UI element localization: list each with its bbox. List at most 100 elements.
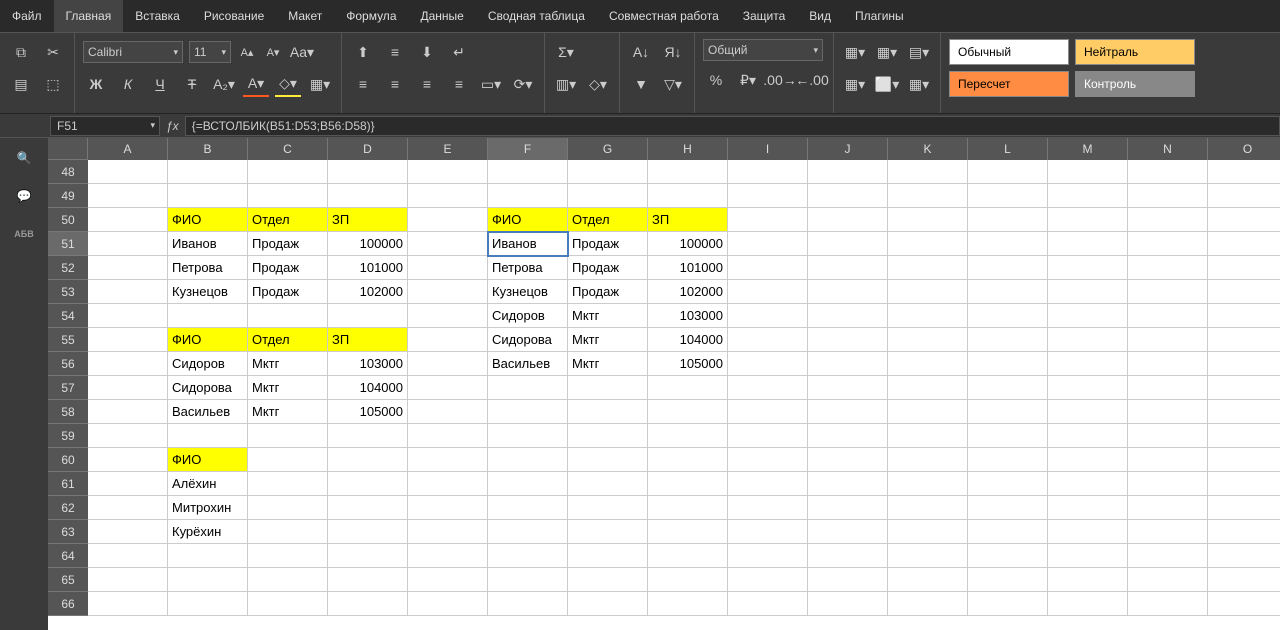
cell-E50[interactable] (408, 208, 488, 232)
increase-font-icon[interactable]: A▴ (237, 42, 257, 62)
cell-K53[interactable] (888, 280, 968, 304)
row-header-58[interactable]: 58 (48, 400, 88, 424)
style-normal[interactable]: Обычный (949, 39, 1069, 65)
menu-совместная работа[interactable]: Совместная работа (597, 0, 731, 32)
menu-защита[interactable]: Защита (731, 0, 798, 32)
cell-J49[interactable] (808, 184, 888, 208)
cell-N48[interactable] (1128, 160, 1208, 184)
cell-I49[interactable] (728, 184, 808, 208)
menu-файл[interactable]: Файл (0, 0, 54, 32)
cell-K59[interactable] (888, 424, 968, 448)
cell-I52[interactable] (728, 256, 808, 280)
insert-rowscols-icon[interactable]: ▦▾ (906, 71, 932, 97)
cell-N55[interactable] (1128, 328, 1208, 352)
row-header-51[interactable]: 51 (48, 232, 88, 256)
align-right-icon[interactable]: ≡ (414, 71, 440, 97)
cell-H52[interactable]: 101000 (648, 256, 728, 280)
subscript-icon[interactable]: A₂▾ (211, 71, 237, 97)
cell-L48[interactable] (968, 160, 1048, 184)
cell-K49[interactable] (888, 184, 968, 208)
cell-D60[interactable] (328, 448, 408, 472)
cell-E61[interactable] (408, 472, 488, 496)
col-header-M[interactable]: M (1048, 138, 1128, 160)
align-middle-icon[interactable]: ≡ (382, 39, 408, 65)
cell-A57[interactable] (88, 376, 168, 400)
cell-C52[interactable]: Продаж (248, 256, 328, 280)
cell-J64[interactable] (808, 544, 888, 568)
merge-icon[interactable]: ▭▾ (478, 71, 504, 97)
cell-C63[interactable] (248, 520, 328, 544)
cell-H65[interactable] (648, 568, 728, 592)
cell-K65[interactable] (888, 568, 968, 592)
cell-M61[interactable] (1048, 472, 1128, 496)
cell-M56[interactable] (1048, 352, 1128, 376)
wrap-text-icon[interactable]: ↵ (446, 39, 472, 65)
row-header-57[interactable]: 57 (48, 376, 88, 400)
cell-E66[interactable] (408, 592, 488, 616)
cell-J55[interactable] (808, 328, 888, 352)
cell-H62[interactable] (648, 496, 728, 520)
col-header-A[interactable]: A (88, 138, 168, 160)
cell-C55[interactable]: Отдел (248, 328, 328, 352)
cell-G58[interactable] (568, 400, 648, 424)
cell-A60[interactable] (88, 448, 168, 472)
cell-O66[interactable] (1208, 592, 1280, 616)
cell-I48[interactable] (728, 160, 808, 184)
cell-C56[interactable]: Мктг (248, 352, 328, 376)
style-check[interactable]: Контроль (1075, 71, 1195, 97)
cell-M54[interactable] (1048, 304, 1128, 328)
cell-N50[interactable] (1128, 208, 1208, 232)
cell-I51[interactable] (728, 232, 808, 256)
sum-icon[interactable]: Σ▾ (553, 39, 579, 65)
cell-H53[interactable]: 102000 (648, 280, 728, 304)
row-header-63[interactable]: 63 (48, 520, 88, 544)
cell-E58[interactable] (408, 400, 488, 424)
cell-A52[interactable] (88, 256, 168, 280)
select-all-corner[interactable] (48, 138, 88, 160)
align-justify-icon[interactable]: ≡ (446, 71, 472, 97)
cell-A61[interactable] (88, 472, 168, 496)
cell-L53[interactable] (968, 280, 1048, 304)
cell-G50[interactable]: Отдел (568, 208, 648, 232)
change-case-icon[interactable]: Aa▾ (289, 39, 315, 65)
cell-E56[interactable] (408, 352, 488, 376)
cell-E54[interactable] (408, 304, 488, 328)
cell-A50[interactable] (88, 208, 168, 232)
cell-D50[interactable]: ЗП (328, 208, 408, 232)
cell-O57[interactable] (1208, 376, 1280, 400)
cell-G62[interactable] (568, 496, 648, 520)
comments-icon[interactable]: 💬 (14, 186, 34, 206)
cell-D61[interactable] (328, 472, 408, 496)
cell-H48[interactable] (648, 160, 728, 184)
cell-E51[interactable] (408, 232, 488, 256)
cell-D53[interactable]: 102000 (328, 280, 408, 304)
col-header-I[interactable]: I (728, 138, 808, 160)
cell-H59[interactable] (648, 424, 728, 448)
cell-M51[interactable] (1048, 232, 1128, 256)
cell-F57[interactable] (488, 376, 568, 400)
cell-L64[interactable] (968, 544, 1048, 568)
cell-C58[interactable]: Мктг (248, 400, 328, 424)
bold-icon[interactable]: Ж (83, 71, 109, 97)
cell-K60[interactable] (888, 448, 968, 472)
cell-C60[interactable] (248, 448, 328, 472)
number-format-select[interactable]: Общий (703, 39, 823, 61)
row-header-65[interactable]: 65 (48, 568, 88, 592)
cell-F59[interactable] (488, 424, 568, 448)
cell-G66[interactable] (568, 592, 648, 616)
cell-B58[interactable]: Васильев (168, 400, 248, 424)
cell-F66[interactable] (488, 592, 568, 616)
cell-M65[interactable] (1048, 568, 1128, 592)
align-bottom-icon[interactable]: ⬇ (414, 39, 440, 65)
menu-данные[interactable]: Данные (409, 0, 476, 32)
cell-O65[interactable] (1208, 568, 1280, 592)
cell-F53[interactable]: Кузнецов (488, 280, 568, 304)
fill-color-icon[interactable]: ◇▾ (275, 71, 301, 97)
cell-B62[interactable]: Митрохин (168, 496, 248, 520)
cell-O63[interactable] (1208, 520, 1280, 544)
cell-J59[interactable] (808, 424, 888, 448)
cell-I55[interactable] (728, 328, 808, 352)
row-header-53[interactable]: 53 (48, 280, 88, 304)
cell-M53[interactable] (1048, 280, 1128, 304)
cell-D54[interactable] (328, 304, 408, 328)
